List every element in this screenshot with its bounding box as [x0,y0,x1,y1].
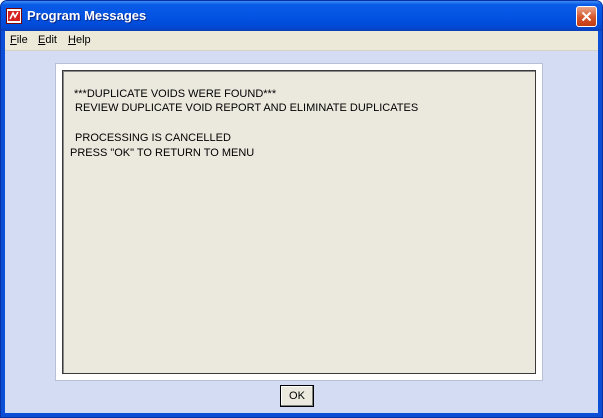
ok-button[interactable]: OK [280,385,314,407]
message-frame: ***DUPLICATE VOIDS WERE FOUND*** REVIEW … [55,63,543,381]
menu-file-mnemonic: F [10,34,17,46]
menu-help-label: elp [75,34,91,46]
close-button[interactable] [576,6,597,27]
message-line: PRESS "OK" TO RETURN TO MENU [70,147,255,159]
title-bar[interactable]: Program Messages [1,1,602,31]
message-box: ***DUPLICATE VOIDS WERE FOUND*** REVIEW … [62,70,536,374]
message-line: PROCESSING IS CANCELLED [72,132,231,144]
menu-help-mnemonic: H [68,34,76,46]
program-messages-window: Program Messages File Edit Help ***DUPLI… [0,0,603,418]
menu-bar: File Edit Help [5,31,598,51]
menu-file-label: ile [16,34,28,46]
menu-file[interactable]: File [10,34,28,46]
app-icon[interactable] [6,8,22,24]
message-line: REVIEW DUPLICATE VOID REPORT AND ELIMINA… [72,102,419,114]
menu-help[interactable]: Help [68,34,91,46]
menu-edit[interactable]: Edit [38,34,57,46]
message-line: ***DUPLICATE VOIDS WERE FOUND*** [74,88,277,100]
menu-edit-label: dit [45,34,57,46]
window-title: Program Messages [27,8,147,23]
close-icon [581,11,592,22]
client-area: ***DUPLICATE VOIDS WERE FOUND*** REVIEW … [5,51,598,413]
